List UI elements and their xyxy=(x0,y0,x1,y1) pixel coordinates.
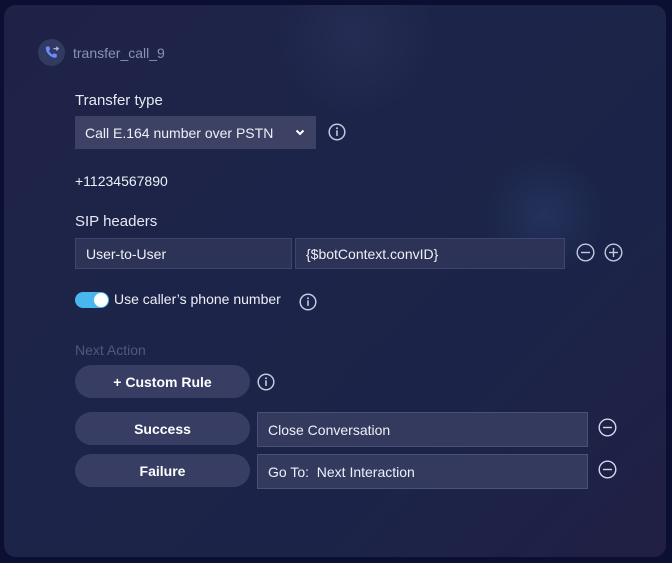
remove-rule-icon[interactable] xyxy=(598,418,617,437)
transfer-type-value: Call E.164 number over PSTN xyxy=(85,124,274,141)
next-action-label: Next Action xyxy=(75,342,146,358)
add-header-icon[interactable] xyxy=(604,243,623,262)
transfer-call-panel: transfer_call_9 Transfer type Call E.164… xyxy=(4,5,666,557)
phone-number: +11234567890 xyxy=(75,173,168,189)
panel-header: transfer_call_9 xyxy=(38,39,165,66)
sip-header-value-input[interactable]: {$botContext.convID} xyxy=(295,238,565,269)
rule-action-failure-value: Go To: Next Interaction xyxy=(268,463,415,480)
caller-phone-label: Use caller’s phone number xyxy=(114,291,281,307)
info-icon[interactable] xyxy=(257,373,275,391)
sip-header-value-value: {$botContext.convID} xyxy=(306,245,439,262)
sip-headers-label: SIP headers xyxy=(75,213,158,230)
custom-rule-button[interactable]: + Custom Rule xyxy=(75,365,250,398)
remove-header-icon[interactable] xyxy=(576,243,595,262)
rule-condition-success[interactable]: Success xyxy=(75,412,250,445)
phone-transfer-icon xyxy=(38,39,65,66)
info-icon[interactable] xyxy=(299,293,317,311)
rule-action-success[interactable]: Close Conversation xyxy=(257,412,588,447)
caller-phone-toggle[interactable] xyxy=(75,292,109,308)
info-icon[interactable] xyxy=(328,123,346,141)
node-title: transfer_call_9 xyxy=(73,44,165,61)
rule-action-failure[interactable]: Go To: Next Interaction xyxy=(257,454,588,489)
remove-rule-icon[interactable] xyxy=(598,460,617,479)
rule-action-success-value: Close Conversation xyxy=(268,421,391,438)
rule-condition-failure[interactable]: Failure xyxy=(75,454,250,487)
sip-header-name-value: User-to-User xyxy=(86,245,167,262)
toggle-knob xyxy=(94,293,108,307)
transfer-type-select[interactable]: Call E.164 number over PSTN xyxy=(75,116,316,149)
transfer-type-label: Transfer type xyxy=(75,92,163,109)
sip-header-name-input[interactable]: User-to-User xyxy=(75,238,292,269)
chevron-down-icon xyxy=(294,125,306,141)
